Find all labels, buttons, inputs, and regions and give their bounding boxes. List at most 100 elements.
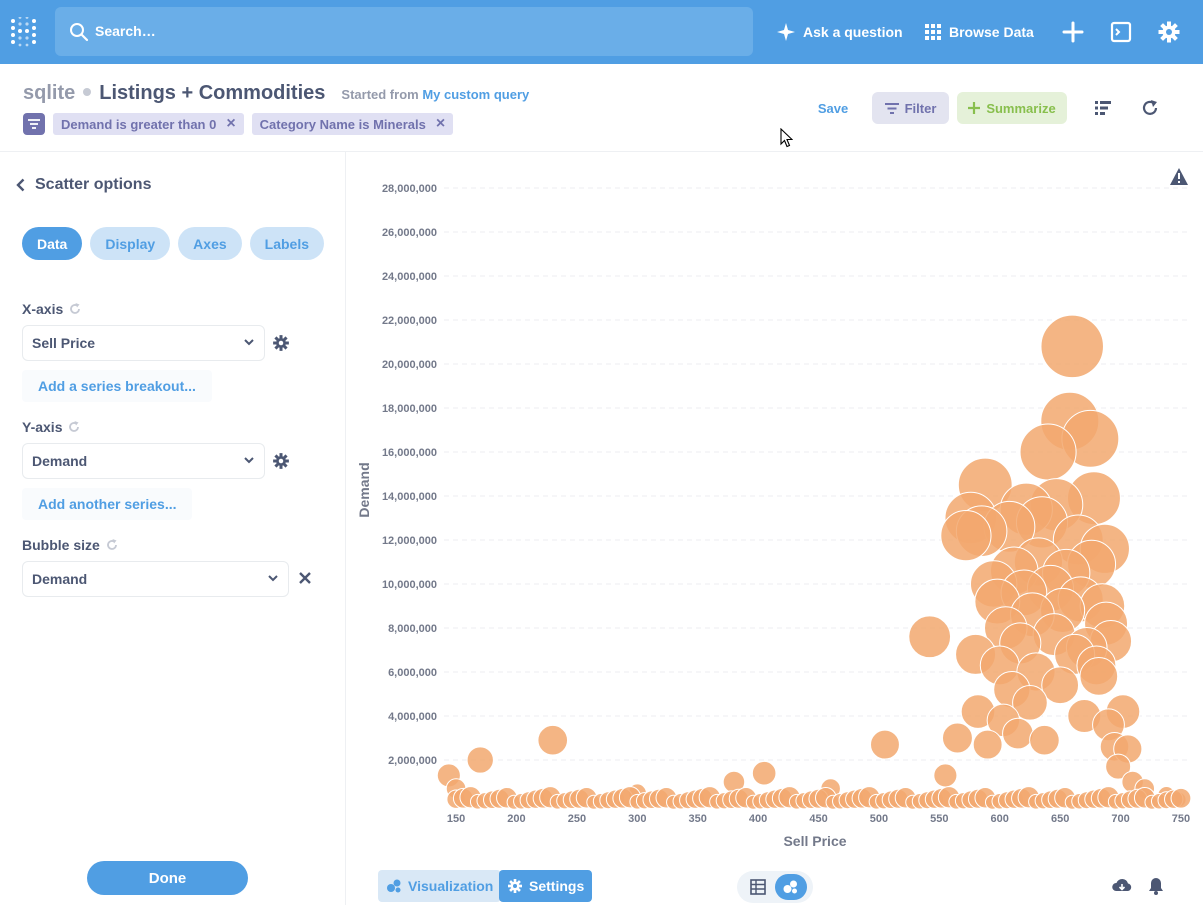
- y-tick-label: 6,000,000: [388, 667, 437, 679]
- table-icon[interactable]: [750, 879, 766, 895]
- y-axis-label: Y-axis: [22, 419, 63, 435]
- reset-icon[interactable]: [68, 421, 80, 433]
- y-axis-value: Demand: [32, 453, 88, 469]
- search-icon: [70, 23, 89, 42]
- visualization-label: Visualization: [408, 878, 494, 894]
- metabase-logo-icon[interactable]: [10, 17, 38, 47]
- close-icon[interactable]: ×: [226, 115, 235, 133]
- scatter-point[interactable]: [1079, 657, 1119, 696]
- gear-icon[interactable]: [272, 452, 290, 470]
- x-axis-title: Sell Price: [783, 833, 846, 849]
- settings-button[interactable]: Settings: [499, 870, 593, 902]
- browse-data-label: Browse Data: [949, 24, 1034, 40]
- browse-data-button[interactable]: Browse Data: [925, 21, 1034, 43]
- top-nav: Search… Ask a question Browse Data: [0, 0, 1203, 64]
- settings-tabs: Data Display Axes Labels: [22, 227, 324, 260]
- add-series-breakout-button[interactable]: Add a series breakout...: [22, 370, 212, 402]
- search-placeholder: Search…: [95, 23, 156, 39]
- ask-question-button[interactable]: Ask a question: [777, 21, 903, 43]
- tab-data[interactable]: Data: [22, 227, 83, 260]
- filter-pill[interactable]: Demand is greater than 0 ×: [53, 113, 244, 135]
- bubble-chart-icon: [387, 879, 401, 893]
- scatter-point[interactable]: [1041, 666, 1080, 705]
- y-tick-label: 20,000,000: [382, 359, 437, 371]
- x-axis-label: X-axis: [22, 301, 64, 317]
- scatter-point[interactable]: [940, 509, 992, 562]
- y-tick-label: 4,000,000: [388, 711, 437, 723]
- view-toggle[interactable]: [737, 871, 813, 903]
- x-tick-label: 150: [447, 813, 465, 825]
- add-another-series-button[interactable]: Add another series...: [22, 488, 193, 520]
- x-tick-label: 350: [689, 813, 707, 825]
- x-axis-value: Sell Price: [32, 335, 96, 351]
- filter-pill[interactable]: Category Name is Minerals ×: [251, 113, 454, 135]
- settings-label: Settings: [529, 878, 585, 894]
- ask-question-label: Ask a question: [803, 24, 903, 40]
- download-icon[interactable]: [1112, 878, 1132, 894]
- chart-view-active[interactable]: [775, 874, 807, 900]
- scatter-point[interactable]: [1019, 423, 1077, 481]
- sidebar-back-button[interactable]: Scatter options: [16, 176, 151, 194]
- tab-display[interactable]: Display: [90, 227, 171, 260]
- x-tick-label: 500: [870, 813, 888, 825]
- scatter-point[interactable]: [466, 746, 494, 774]
- close-icon[interactable]: [299, 572, 311, 584]
- summarize-button[interactable]: Summarize: [957, 92, 1067, 124]
- scatter-point[interactable]: [870, 729, 900, 760]
- x-tick-label: 450: [809, 813, 827, 825]
- close-icon[interactable]: ×: [436, 115, 445, 133]
- filters-row: Demand is greater than 0 × Category Name …: [23, 113, 454, 135]
- scatter-point[interactable]: [1170, 787, 1192, 809]
- scatter-point[interactable]: [1029, 724, 1060, 756]
- sidebar-title: Scatter options: [35, 176, 152, 193]
- filter-toggle-icon[interactable]: [23, 113, 45, 135]
- x-axis-select[interactable]: Sell Price: [22, 325, 265, 361]
- chart-area: 2,000,000 4,000,000 6,000,000 8,000,000 10,0…: [347, 152, 1203, 860]
- x-tick-label: 550: [930, 813, 948, 825]
- gear-icon[interactable]: [272, 334, 290, 352]
- view-footer: Visualization Settings: [347, 861, 1203, 905]
- scatter-point[interactable]: [972, 729, 1003, 760]
- scatter-point[interactable]: [933, 763, 958, 788]
- bubble-size-label: Bubble size: [22, 537, 100, 553]
- scatter-point[interactable]: [751, 760, 777, 786]
- tab-axes[interactable]: Axes: [178, 227, 242, 260]
- gear-icon[interactable]: [1157, 20, 1181, 44]
- search-bar[interactable]: Search…: [55, 7, 753, 56]
- bell-icon[interactable]: [1148, 877, 1164, 895]
- plus-icon[interactable]: [1061, 20, 1085, 44]
- y-axis-select[interactable]: Demand: [22, 443, 265, 479]
- y-tick-label: 16,000,000: [382, 447, 437, 459]
- filter-pill-label: Category Name is Minerals: [259, 116, 426, 132]
- warning-icon[interactable]: [1170, 168, 1188, 185]
- reset-icon[interactable]: [69, 303, 81, 315]
- scatter-point[interactable]: [908, 615, 952, 659]
- scatter-point[interactable]: [537, 724, 569, 756]
- bubble-size-select[interactable]: Demand: [22, 561, 289, 597]
- y-tick-label: 12,000,000: [382, 535, 437, 547]
- chart-settings-sidebar: Scatter options Data Display Axes Labels…: [0, 152, 346, 905]
- separator-dot: [83, 88, 92, 96]
- scatter-point[interactable]: [1002, 717, 1034, 750]
- database-name[interactable]: sqlite: [23, 82, 75, 105]
- x-tick-label: 200: [507, 813, 525, 825]
- refresh-icon[interactable]: [1142, 100, 1159, 116]
- summarize-button-label: Summarize: [986, 100, 1056, 116]
- source-query-link[interactable]: My custom query: [422, 87, 529, 102]
- save-button[interactable]: Save: [808, 92, 858, 124]
- tab-labels[interactable]: Labels: [249, 227, 324, 260]
- notebook-icon[interactable]: [1095, 101, 1111, 115]
- done-button[interactable]: Done: [87, 861, 248, 895]
- page-title[interactable]: Listings + Commodities: [99, 82, 325, 105]
- reset-icon[interactable]: [106, 539, 118, 551]
- x-tick-label: 400: [749, 813, 767, 825]
- sql-editor-icon[interactable]: [1109, 20, 1133, 44]
- scatter-point[interactable]: [1040, 314, 1104, 379]
- y-tick-label: 22,000,000: [382, 315, 437, 327]
- x-tick-label: 700: [1111, 813, 1129, 825]
- scatter-point[interactable]: [941, 722, 973, 754]
- visualization-button[interactable]: Visualization: [378, 870, 502, 902]
- filter-button[interactable]: Filter: [872, 92, 949, 124]
- chevron-left-icon: [16, 178, 25, 192]
- scatter-chart: 2,000,000 4,000,000 6,000,000 8,000,000 10,0…: [356, 168, 1192, 849]
